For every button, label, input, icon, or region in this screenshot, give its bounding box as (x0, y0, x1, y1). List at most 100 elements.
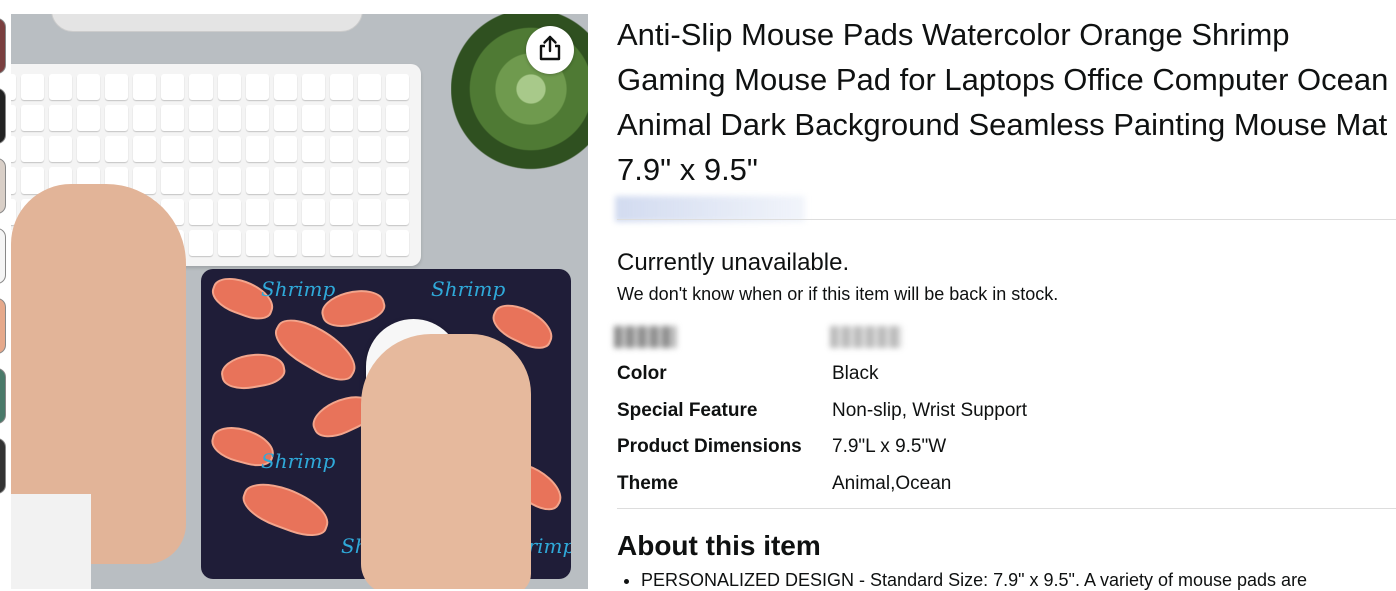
keyboard-key (189, 229, 213, 256)
keyboard-key (385, 105, 409, 132)
about-heading: About this item (617, 530, 821, 561)
keyboard-key (105, 105, 129, 132)
keyboard-key (357, 74, 381, 101)
keyboard-key (385, 74, 409, 101)
keyboard-key (49, 74, 73, 101)
share-icon (537, 34, 563, 67)
attribute-row: Theme Animal,Ocean (617, 466, 1027, 503)
keyboard-key (11, 105, 17, 132)
keyboard-key (189, 136, 213, 163)
attribute-row: Color Black (617, 356, 1027, 393)
shrimp-graphic (218, 348, 288, 394)
keyboard-key (329, 167, 353, 194)
keyboard-key (189, 74, 213, 101)
divider (617, 219, 1396, 220)
keyboard-key (301, 198, 325, 225)
attribute-row: Special Feature Non-slip, Wrist Support (617, 393, 1027, 430)
keyboard-key (217, 136, 241, 163)
laptop-edge (51, 14, 363, 32)
keyboard-key (105, 136, 129, 163)
about-bullets: PERSONALIZED DESIGN - Standard Size: 7.9… (617, 570, 1396, 591)
keyboard-key (385, 167, 409, 194)
keyboard-key (301, 105, 325, 132)
keyboard-key (329, 136, 353, 163)
keyboard-key (21, 74, 45, 101)
thumbnail[interactable] (0, 368, 6, 424)
product-attributes-table: Color Black Special Feature Non-slip, Wr… (617, 356, 1027, 502)
thumbnail[interactable] (0, 438, 6, 494)
keyboard-key (329, 229, 353, 256)
keyboard-key (301, 74, 325, 101)
keyboard-key (105, 74, 129, 101)
thumbnail[interactable] (0, 228, 6, 284)
keyboard-key (189, 198, 213, 225)
keyboard-key (133, 74, 157, 101)
thumbnail[interactable] (0, 158, 6, 214)
keyboard-key (273, 74, 297, 101)
keyboard-key (245, 167, 269, 194)
attribute-value: Animal,Ocean (832, 472, 952, 494)
keyboard-key (161, 105, 185, 132)
thumbnail-strip (0, 18, 8, 508)
stock-note: We don't know when or if this item will … (617, 284, 1059, 304)
thumbnail[interactable] (0, 18, 6, 74)
keyboard-key (49, 105, 73, 132)
attribute-value: Black (832, 363, 879, 385)
keyboard-key (245, 74, 269, 101)
keyboard-key (21, 136, 45, 163)
keyboard-key (161, 74, 185, 101)
keyboard-key (301, 229, 325, 256)
right-hand (361, 334, 531, 589)
pad-script-text: Shrimp (261, 449, 336, 473)
keyboard-key (77, 74, 101, 101)
keyboard-key (301, 167, 325, 194)
thumbnail[interactable] (0, 88, 6, 144)
keyboard-key (49, 136, 73, 163)
availability-status: Currently unavailable. (617, 249, 850, 276)
keyboard-key (11, 136, 17, 163)
keyboard-key (329, 74, 353, 101)
divider (617, 508, 1396, 509)
keyboard-key (357, 167, 381, 194)
keyboard-key (21, 105, 45, 132)
attribute-value: 7.9"L x 9.5"W (832, 436, 947, 458)
redacted-attribute-label (614, 326, 676, 348)
keyboard-key (217, 167, 241, 194)
attribute-row: Product Dimensions 7.9"L x 9.5"W (617, 429, 1027, 466)
keyboard-key (161, 136, 185, 163)
redacted-attribute-value (830, 326, 902, 348)
keyboard-key (385, 136, 409, 163)
attribute-label: Product Dimensions (617, 436, 802, 458)
thumbnail[interactable] (0, 298, 6, 354)
share-button[interactable] (526, 26, 574, 74)
keyboard-key (245, 229, 269, 256)
keyboard-key (11, 74, 17, 101)
keyboard-key (245, 198, 269, 225)
pad-script-text: Shrimp (261, 277, 336, 301)
keyboard-key (77, 105, 101, 132)
keyboard-key (11, 167, 17, 194)
keyboard-key (245, 136, 269, 163)
attribute-label: Color (617, 363, 667, 385)
keyboard-key (357, 105, 381, 132)
keyboard-key (77, 136, 101, 163)
keyboard-key (189, 167, 213, 194)
keyboard-key (133, 136, 157, 163)
keyboard-key (21, 167, 45, 194)
keyboard-key (217, 198, 241, 225)
keyboard-key (357, 229, 381, 256)
shrimp-graphic (236, 474, 336, 544)
keyboard-key (133, 105, 157, 132)
keyboard-key (161, 167, 185, 194)
product-title: Anti-Slip Mouse Pads Watercolor Orange S… (617, 17, 1389, 187)
attribute-value: Non-slip, Wrist Support (832, 399, 1027, 421)
keyboard-key (329, 198, 353, 225)
keyboard-key (385, 229, 409, 256)
keyboard-key (273, 167, 297, 194)
product-main-image[interactable]: Shrimp Shrimp Shrimp Shrimp Shrimp (11, 14, 588, 589)
keyboard-key (217, 74, 241, 101)
keyboard-key (273, 136, 297, 163)
pad-script-text: Shrimp (431, 277, 506, 301)
attribute-label: Special Feature (617, 399, 758, 421)
keyboard-key (273, 105, 297, 132)
